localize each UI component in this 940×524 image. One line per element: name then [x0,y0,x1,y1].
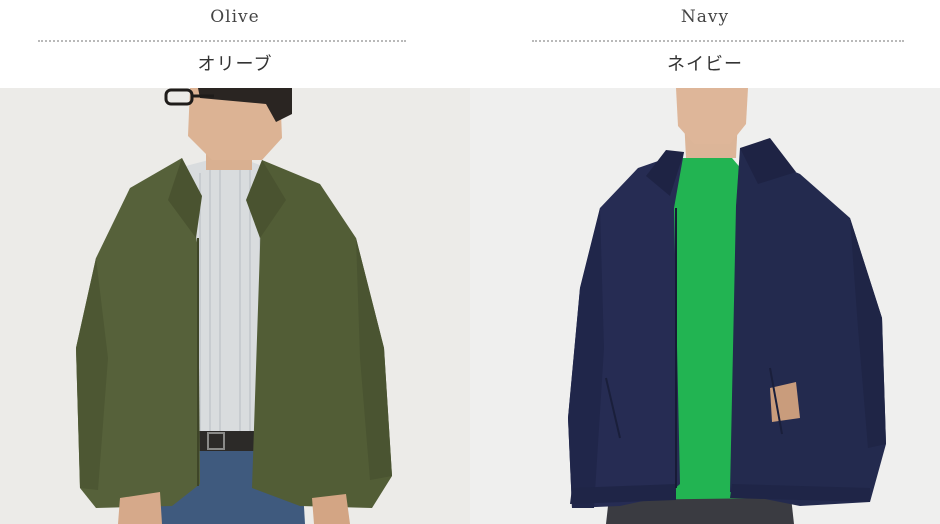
color-name-japanese: ネイビー [667,54,743,75]
color-variant-page: Olive オリーブ Navy ネイビー [0,0,940,524]
dotted-divider [532,40,904,42]
model-wearing-navy-jacket [470,88,940,524]
color-option-navy[interactable]: Navy ネイビー [470,0,940,524]
product-photo-navy[interactable] [470,88,940,524]
color-name-japanese: オリーブ [197,54,273,75]
color-option-olive[interactable]: Olive オリーブ [0,0,470,524]
color-name-english: Navy [680,7,730,27]
dotted-divider [38,40,406,42]
product-photo-olive[interactable] [0,88,470,524]
color-label-header: Olive オリーブ [0,0,470,88]
model-wearing-olive-jacket [0,88,470,524]
color-label-header: Navy ネイビー [470,0,940,88]
color-name-english: Olive [210,7,260,27]
